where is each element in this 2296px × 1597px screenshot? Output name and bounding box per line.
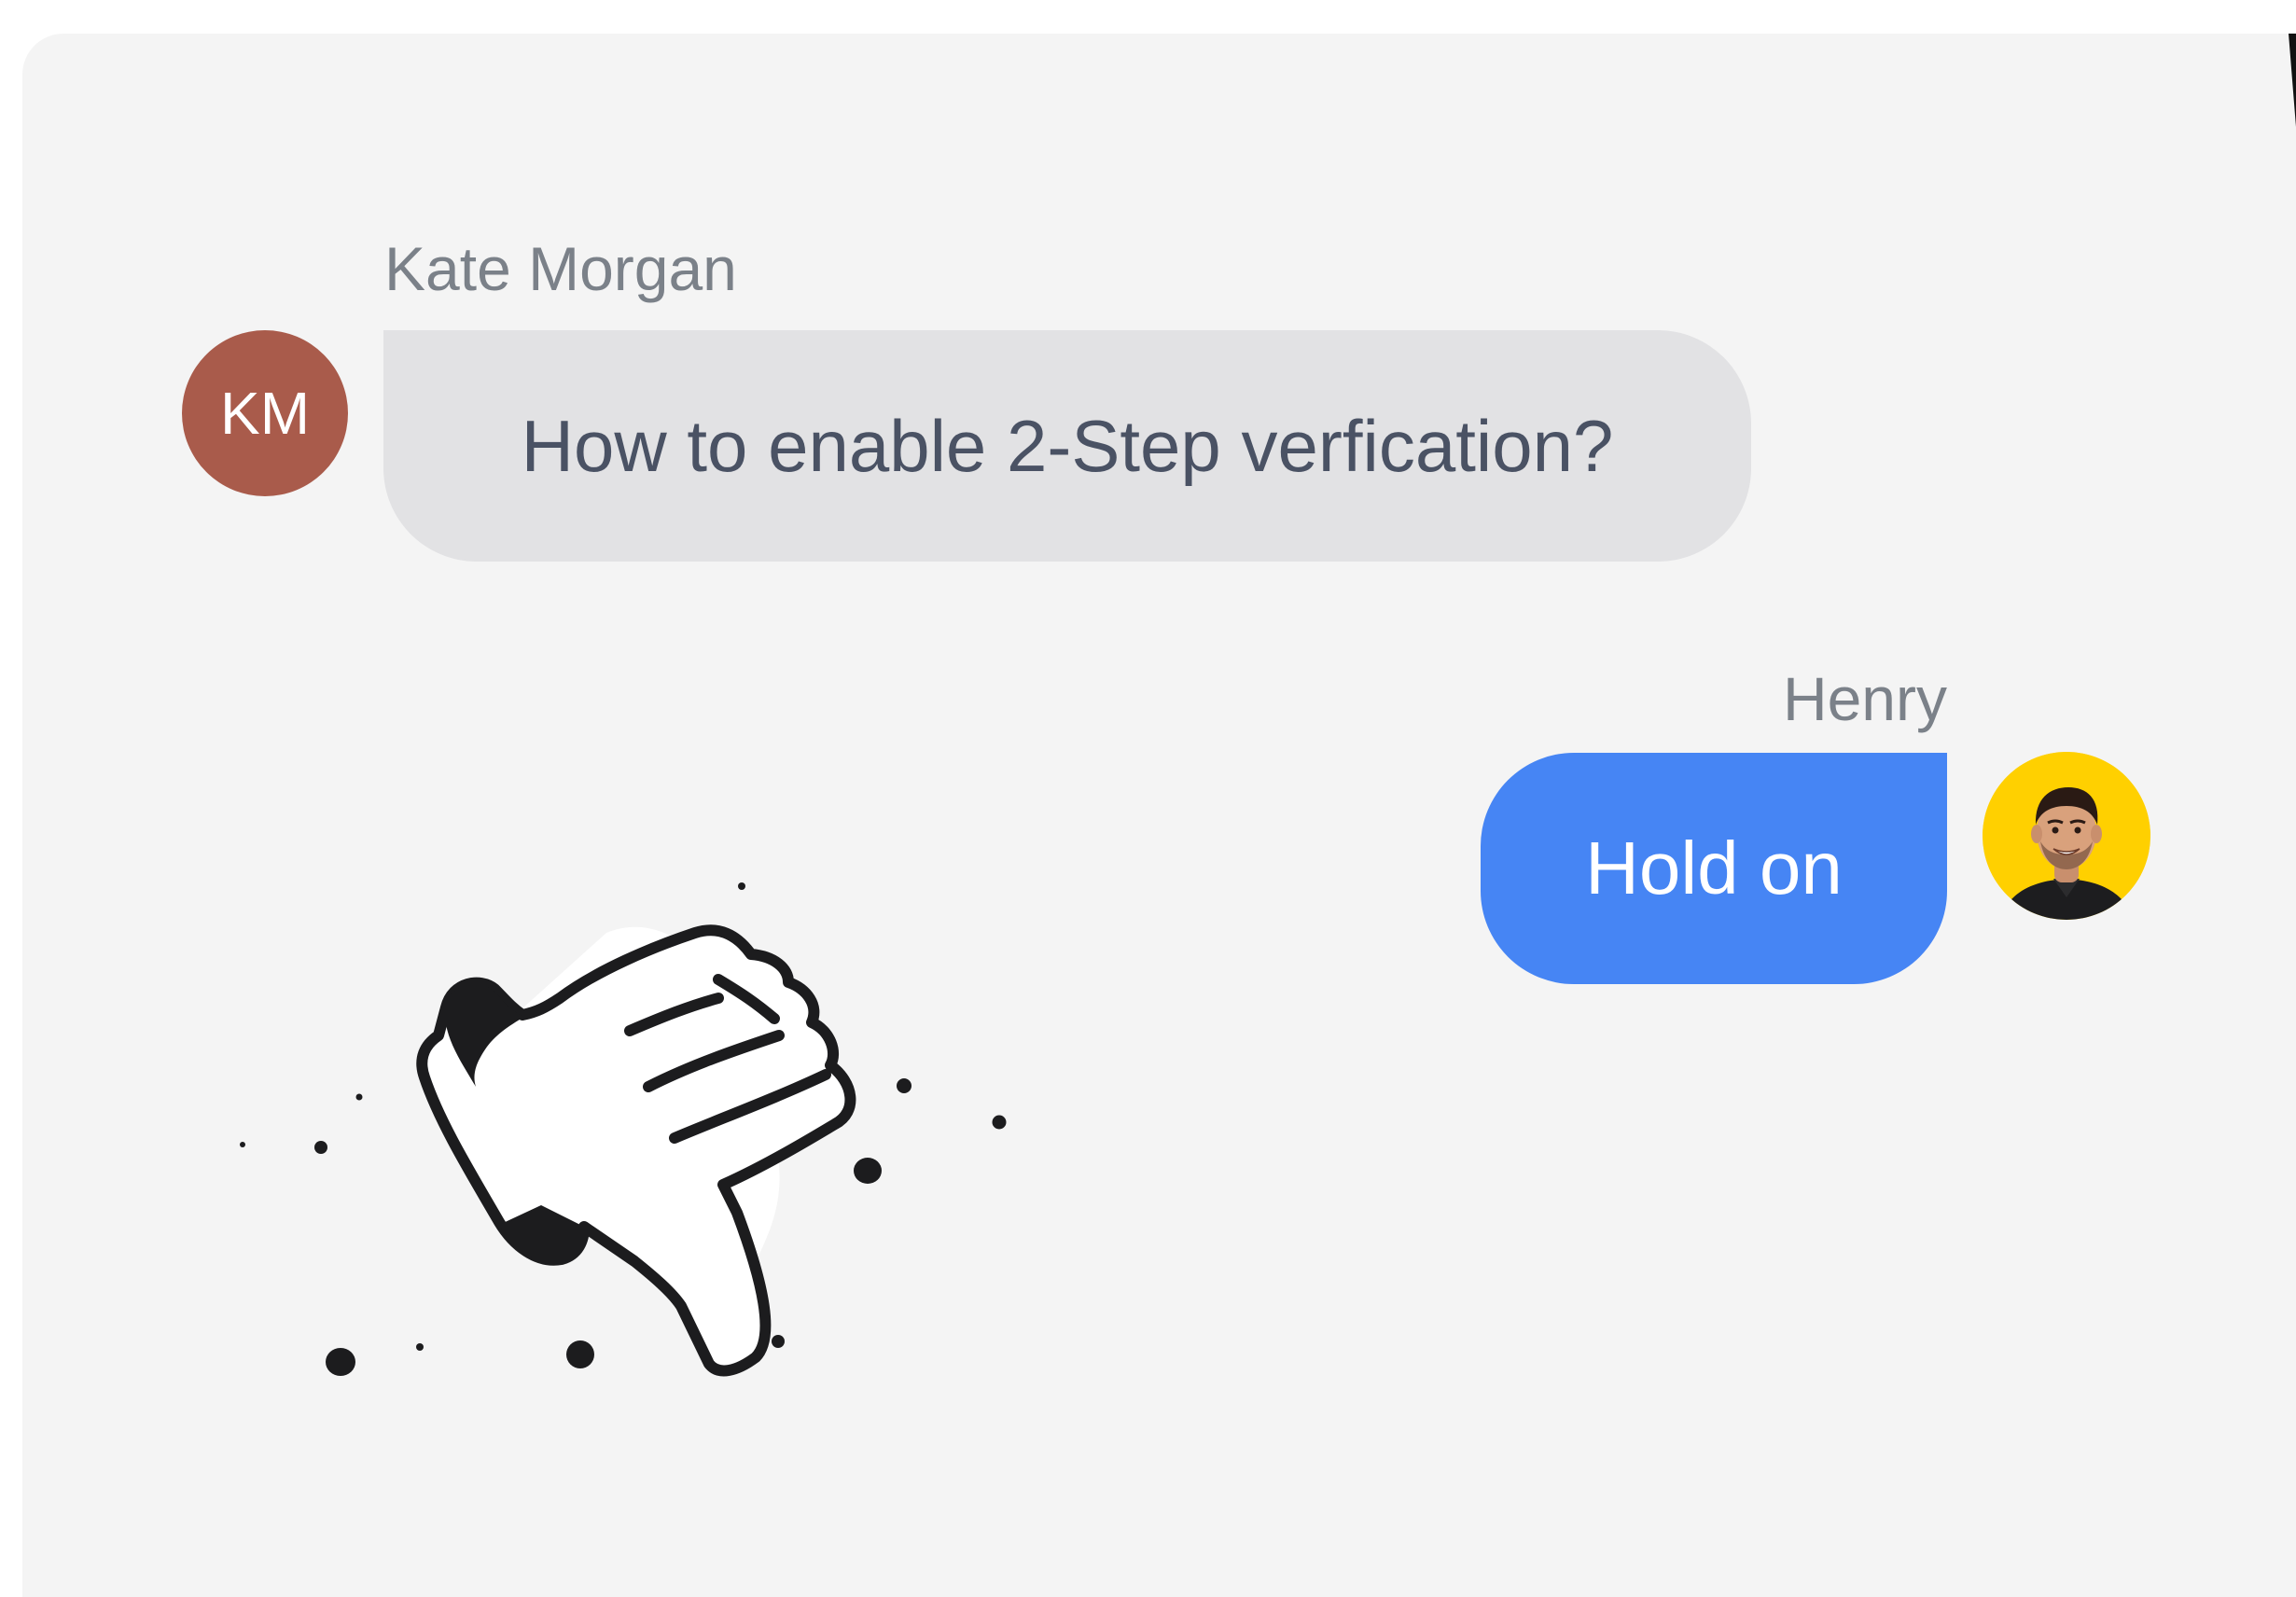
outgoing-message-bubble: Hold on <box>1481 753 1947 984</box>
incoming-message-bubble: How to enable 2-Step verfication? <box>383 330 1751 562</box>
sender-name-kate: Kate Morgan <box>384 234 737 303</box>
person-photo-avatar-icon <box>1983 752 2150 920</box>
edge-decoration <box>2289 34 2296 127</box>
sender-name-henry: Henry <box>1782 664 1947 733</box>
avatar: KM <box>182 330 348 496</box>
outgoing-message-text: Hold on <box>1585 826 1843 910</box>
avatar-initials-label: KM <box>220 380 310 447</box>
thumbs-down-icon <box>240 882 1007 1377</box>
chat-screen: Kate Morgan KM How to enable 2-Step verf… <box>0 0 2296 1597</box>
incoming-message-text: How to enable 2-Step verfication? <box>521 404 1614 487</box>
avatar-photo <box>1983 752 2150 920</box>
